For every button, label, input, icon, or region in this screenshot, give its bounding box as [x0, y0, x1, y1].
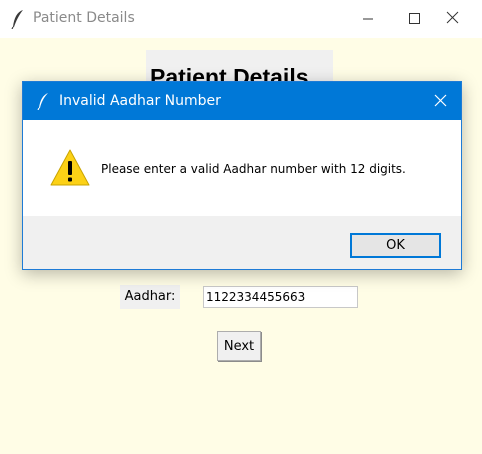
minimize-button[interactable] — [345, 0, 391, 38]
window-title: Patient Details — [33, 10, 135, 26]
feather-icon — [11, 10, 23, 29]
dialog-title: Invalid Aadhar Number — [59, 93, 221, 109]
feather-icon — [37, 93, 48, 110]
close-icon — [434, 94, 447, 107]
main-titlebar[interactable]: Patient Details — [0, 0, 482, 38]
dialog-titlebar[interactable]: Invalid Aadhar Number — [23, 82, 461, 120]
close-button[interactable] — [436, 0, 482, 38]
aadhar-input[interactable] — [203, 286, 358, 308]
dialog-message: Please enter a valid Aadhar number with … — [101, 162, 406, 176]
dialog-close-button[interactable] — [421, 82, 461, 120]
close-icon — [446, 11, 459, 24]
warning-icon — [50, 149, 90, 186]
invalid-aadhar-dialog: Invalid Aadhar Number Please enter a val… — [22, 81, 462, 270]
maximize-button[interactable] — [391, 0, 437, 38]
ok-button[interactable]: OK — [350, 233, 441, 258]
maximize-icon — [409, 13, 420, 24]
next-button[interactable]: Next — [217, 331, 261, 361]
aadhar-label: Aadhar: — [120, 285, 180, 309]
dialog-body: Please enter a valid Aadhar number with … — [23, 120, 461, 216]
minimize-icon — [363, 18, 373, 20]
